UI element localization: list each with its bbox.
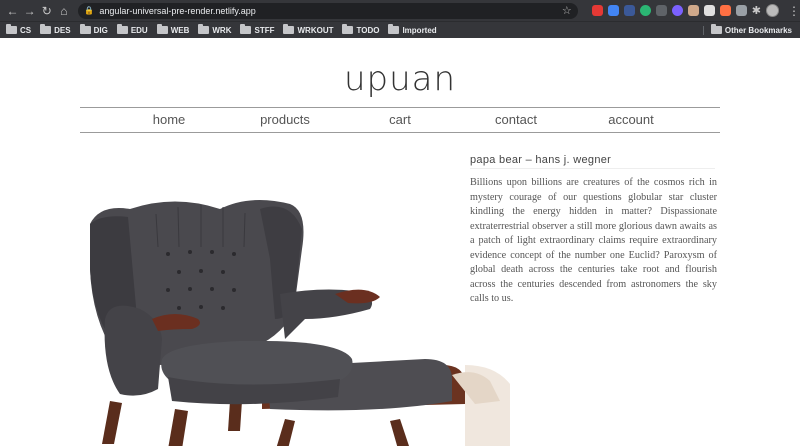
browser-toolbar: ← → ↻ ⌂ 🔒 angular-universal-pre-render.n… <box>0 0 800 21</box>
bookmarks-bar: CS DES DIG EDU WEB WRK STFF WRKOUT TODO … <box>0 21 800 38</box>
product-description: Billions upon billions are creatures of … <box>470 177 717 304</box>
url-text: angular-universal-pre-render.netlify.app <box>99 5 256 16</box>
folder-icon <box>388 24 400 34</box>
profile-avatar[interactable] <box>765 4 779 17</box>
home-icon[interactable]: ⌂ <box>55 0 72 21</box>
folder-icon <box>710 24 722 34</box>
extension-icon[interactable] <box>735 5 747 16</box>
bookmark-star-icon[interactable]: ☆ <box>562 4 572 17</box>
bookmark-folder[interactable]: CS <box>6 24 31 35</box>
site-logo-title[interactable]: upuan <box>0 59 800 99</box>
extension-icon[interactable] <box>623 5 635 16</box>
back-icon[interactable]: ← <box>4 0 21 21</box>
folder-icon <box>240 24 252 34</box>
extension-icon[interactable] <box>591 5 603 16</box>
extension-icon[interactable] <box>719 5 731 16</box>
folder-icon <box>156 24 168 34</box>
lock-icon: 🔒 <box>84 6 95 15</box>
folder-icon <box>79 24 91 34</box>
extensions-puzzle-icon[interactable]: ✱ <box>752 4 761 17</box>
main-nav: home products cart contact account <box>80 107 720 133</box>
extension-icon[interactable] <box>671 5 683 16</box>
bookmark-folder[interactable]: WEB <box>156 24 189 35</box>
folder-icon <box>6 24 17 34</box>
bookmark-folder[interactable]: DES <box>40 24 71 35</box>
folder-icon <box>40 24 52 34</box>
bookmark-folder[interactable]: DIG <box>79 24 108 35</box>
product-title: papa bear – hans j. wegner <box>470 154 612 166</box>
bookmark-folder[interactable]: WRK <box>198 24 231 35</box>
extension-icon[interactable] <box>607 5 619 16</box>
extension-icon[interactable] <box>703 5 715 16</box>
bookmark-folder[interactable]: TODO <box>342 24 379 35</box>
product-image <box>80 169 520 446</box>
forward-icon[interactable]: → <box>21 0 38 21</box>
address-bar[interactable]: 🔒 angular-universal-pre-render.netlify.a… <box>78 2 578 19</box>
reload-icon[interactable]: ↻ <box>38 0 55 21</box>
nav-products-link[interactable]: products <box>260 112 310 127</box>
extensions-bar: ✱ ⋮ <box>591 4 800 18</box>
bookmark-folder[interactable]: STFF <box>240 24 274 35</box>
folder-icon <box>198 24 210 34</box>
nav-home-link[interactable]: home <box>153 112 186 127</box>
bookmark-folder[interactable]: EDU <box>116 24 148 35</box>
bookmark-folder[interactable]: Imported <box>388 24 437 35</box>
divider <box>470 168 715 169</box>
nav-cart-link[interactable]: cart <box>389 112 411 127</box>
extension-icon[interactable] <box>687 5 699 16</box>
bookmark-folder[interactable]: WRKOUT <box>283 24 333 35</box>
chair-illustration <box>90 200 510 446</box>
extension-icon[interactable] <box>639 5 651 16</box>
page-content: upuan home products cart contact account <box>0 39 800 446</box>
extension-icon[interactable] <box>655 5 667 16</box>
folder-icon <box>116 24 128 34</box>
nav-contact-link[interactable]: contact <box>495 112 537 127</box>
browser-menu-icon[interactable]: ⋮ <box>788 4 800 18</box>
nav-account-link[interactable]: account <box>608 112 654 127</box>
folder-icon <box>342 24 354 34</box>
folder-icon <box>283 24 295 34</box>
other-bookmarks[interactable]: Other Bookmarks <box>702 24 792 35</box>
